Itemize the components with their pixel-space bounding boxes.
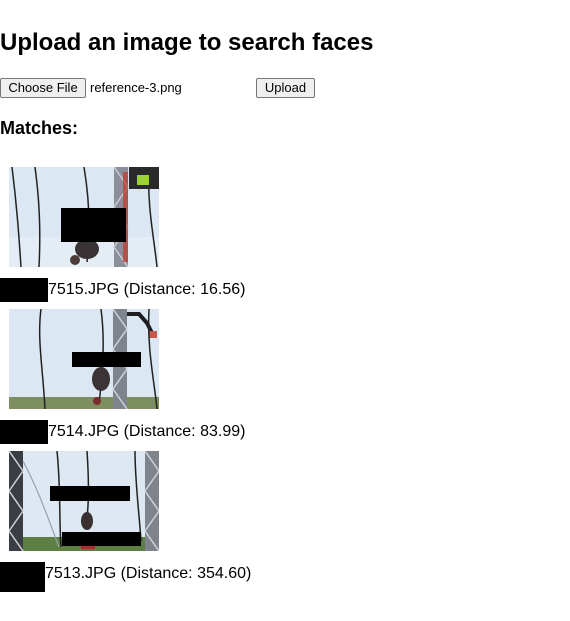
match-item: 7515.JPG (Distance: 16.56) (0, 166, 570, 308)
selected-file-name: reference-3.png (90, 80, 182, 95)
redaction-box (0, 278, 48, 302)
page: Upload an image to search faces Choose F… (0, 0, 570, 621)
upload-form: Choose File reference-3.png Upload (0, 78, 330, 98)
redaction-box (50, 486, 130, 501)
choose-file-button[interactable]: Choose File (0, 78, 86, 98)
redaction-box (61, 208, 126, 242)
redaction-box (0, 562, 45, 592)
match-filename-distance: 7514.JPG (Distance: 83.99) (48, 423, 246, 440)
redaction-box (72, 352, 141, 367)
redaction-box (0, 420, 48, 444)
match-filename-distance: 7515.JPG (Distance: 16.56) (48, 281, 246, 298)
match-caption: 7515.JPG (Distance: 16.56) (0, 278, 300, 302)
match-image (9, 309, 159, 409)
redaction-box (62, 532, 141, 546)
match-item: 7513.JPG (Distance: 354.60) (0, 450, 570, 592)
match-image (9, 451, 159, 551)
matches-heading: Matches: (0, 118, 79, 138)
match-image (9, 167, 159, 267)
match-caption: 7513.JPG (Distance: 354.60) (0, 562, 300, 592)
match-filename-distance: 7513.JPG (Distance: 354.60) (45, 565, 252, 582)
match-caption: 7514.JPG (Distance: 83.99) (0, 420, 300, 444)
page-title: Upload an image to search faces (0, 29, 374, 56)
match-item: 7514.JPG (Distance: 83.99) (0, 308, 570, 450)
upload-button[interactable]: Upload (256, 78, 315, 98)
